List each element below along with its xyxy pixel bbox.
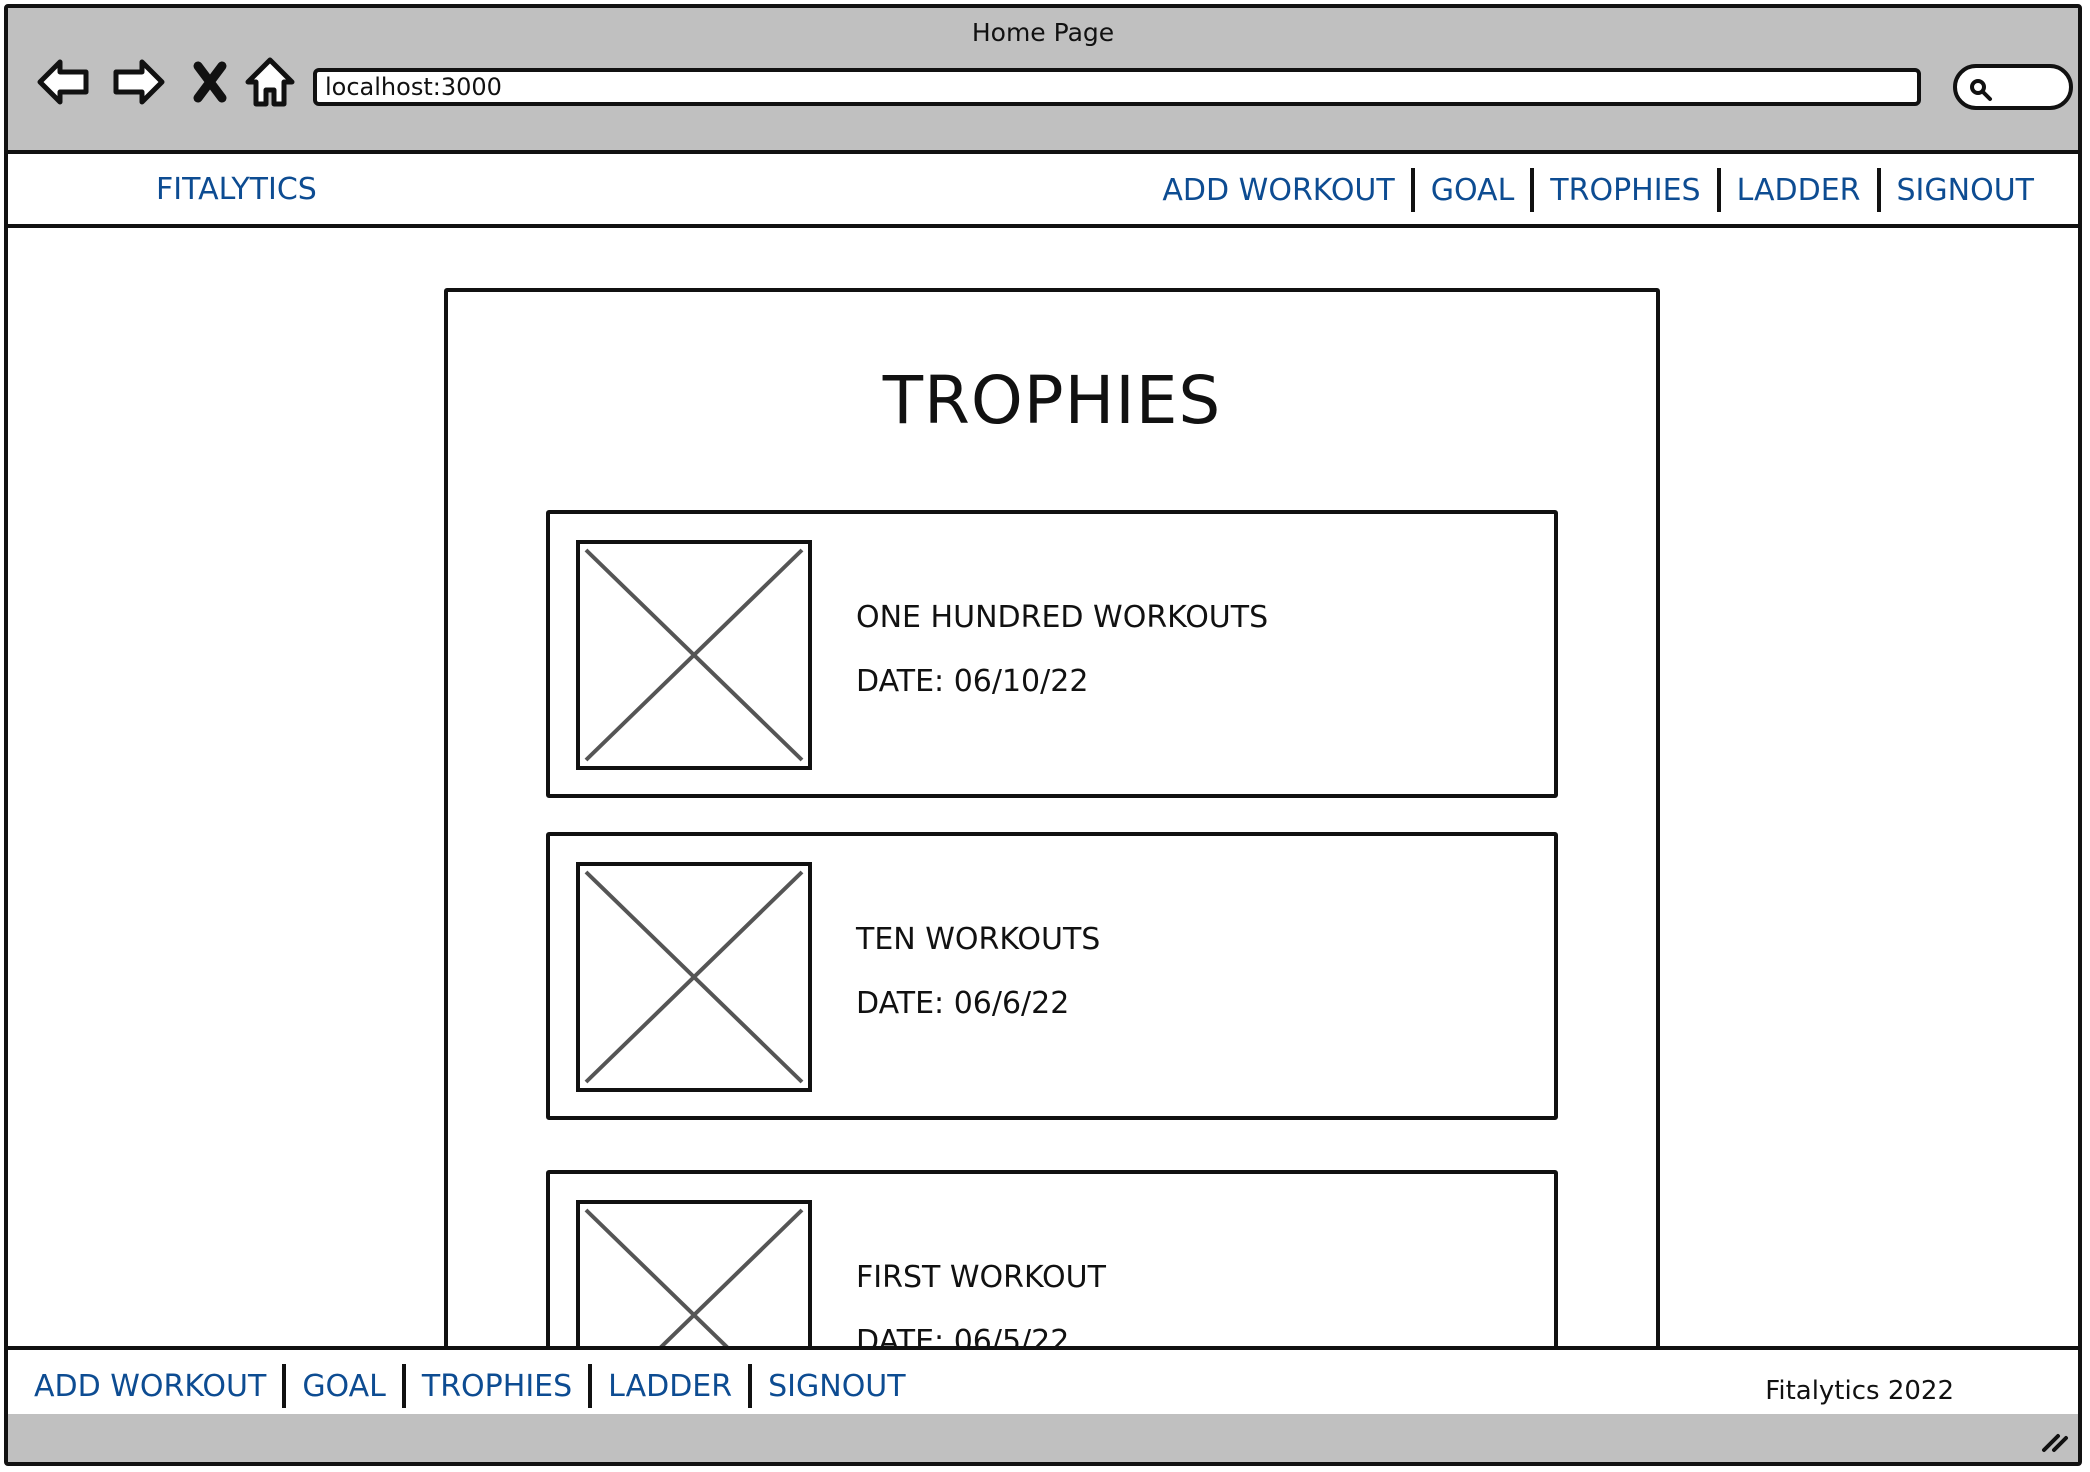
brand-link[interactable]: FITALYTICS <box>156 172 317 207</box>
footer-goal[interactable]: GOAL <box>302 1369 386 1404</box>
window-title: Home Page <box>971 18 1115 47</box>
status-bar <box>8 1414 2078 1462</box>
browser-window: Home Page localhost:3000 FITALYTICS ADD … <box>4 4 2082 1466</box>
trophy-name: FIRST WORKOUT <box>856 1260 1106 1295</box>
footer-divider <box>401 1364 406 1408</box>
footer-divider <box>748 1364 753 1408</box>
copyright-text: Fitalytics 2022 <box>1765 1376 1954 1406</box>
home-icon[interactable] <box>240 52 300 112</box>
trophy-card: FIRST WORKOUT DATE: 06/5/22 <box>546 1170 1558 1350</box>
nav-goal[interactable]: GOAL <box>1431 173 1515 208</box>
trophy-name: TEN WORKOUTS <box>856 922 1101 957</box>
top-navigation: FITALYTICS ADD WORKOUT GOAL TROPHIES LAD… <box>8 154 2078 228</box>
nav-trophies[interactable]: TROPHIES <box>1550 173 1700 208</box>
nav-add-workout[interactable]: ADD WORKOUT <box>1162 173 1394 208</box>
nav-divider <box>1716 168 1721 212</box>
trophy-date: DATE: 06/6/22 <box>856 986 1070 1021</box>
trophy-date: DATE: 06/10/22 <box>856 664 1089 699</box>
url-bar[interactable]: localhost:3000 <box>313 68 1921 106</box>
top-nav-links: ADD WORKOUT GOAL TROPHIES LADDER SIGNOUT <box>1162 168 2034 212</box>
footer-divider <box>282 1364 287 1408</box>
trophy-name: ONE HUNDRED WORKOUTS <box>856 600 1269 635</box>
nav-divider <box>1410 168 1415 212</box>
image-placeholder-icon <box>576 862 812 1092</box>
footer-trophies[interactable]: TROPHIES <box>422 1369 572 1404</box>
forward-arrow-icon[interactable] <box>108 52 168 112</box>
page-title: TROPHIES <box>882 362 1222 439</box>
close-icon[interactable] <box>180 52 240 112</box>
nav-divider <box>1876 168 1881 212</box>
footer-links: ADD WORKOUT GOAL TROPHIES LADDER SIGNOUT <box>34 1364 906 1408</box>
nav-signout[interactable]: SIGNOUT <box>1897 173 2034 208</box>
search-icon <box>1970 79 1992 101</box>
footer-add-workout[interactable]: ADD WORKOUT <box>34 1369 266 1404</box>
trophy-card: TEN WORKOUTS DATE: 06/6/22 <box>546 832 1558 1120</box>
image-placeholder-icon <box>576 540 812 770</box>
browser-chrome: Home Page localhost:3000 <box>8 8 2078 154</box>
trophy-card: ONE HUNDRED WORKOUTS DATE: 06/10/22 <box>546 510 1558 798</box>
image-placeholder-icon <box>576 1200 812 1350</box>
search-box[interactable] <box>1953 64 2073 110</box>
trophies-panel: TROPHIES ONE HUNDRED WORKOUTS DATE: 06/1… <box>444 288 1660 1350</box>
footer-ladder[interactable]: LADDER <box>608 1369 732 1404</box>
back-arrow-icon[interactable] <box>34 52 94 112</box>
main-content[interactable]: TROPHIES ONE HUNDRED WORKOUTS DATE: 06/1… <box>8 228 2078 1350</box>
nav-divider <box>1530 168 1535 212</box>
nav-ladder[interactable]: LADDER <box>1737 173 1861 208</box>
footer-signout[interactable]: SIGNOUT <box>768 1369 905 1404</box>
resize-grip-icon[interactable] <box>2040 1428 2070 1454</box>
footer-divider <box>588 1364 593 1408</box>
